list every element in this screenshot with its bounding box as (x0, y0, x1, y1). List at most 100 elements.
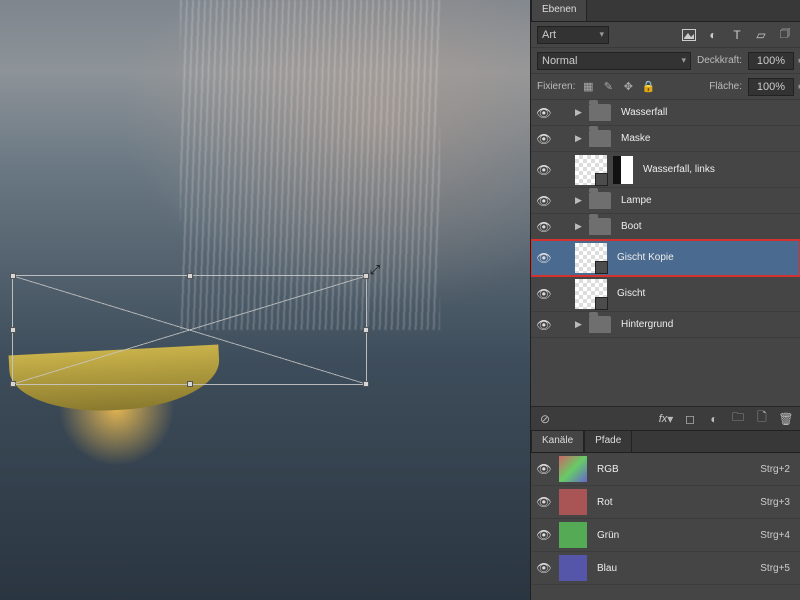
folder-icon (589, 316, 611, 333)
layer-mask-thumb (613, 156, 633, 184)
fx-icon[interactable]: fx▾ (656, 411, 676, 427)
visibility-icon[interactable]: 👁 (535, 106, 553, 120)
handle-middle-left[interactable] (10, 327, 16, 333)
tab-ebenen[interactable]: Ebenen (531, 0, 587, 21)
opacity-label: Deckkraft: (697, 55, 742, 66)
channel-name: Blau (593, 563, 754, 574)
visibility-icon[interactable]: 👁 (535, 528, 553, 542)
layer-name: Lampe (615, 195, 796, 206)
visibility-icon[interactable]: 👁 (535, 251, 553, 265)
folder-icon (589, 104, 611, 121)
visibility-icon[interactable]: 👁 (535, 462, 553, 476)
expand-icon[interactable]: ▶ (575, 133, 585, 144)
channel-thumb (559, 456, 587, 482)
handle-top-middle[interactable] (187, 273, 193, 279)
channel-shortcut: Strg+2 (760, 464, 796, 475)
lock-icons: ▦ ✎ ✥ 🔒 (581, 80, 655, 93)
canvas[interactable]: ⤢ (0, 0, 530, 600)
lock-position-icon[interactable]: ✥ (621, 80, 635, 93)
channel-gruen[interactable]: 👁 Grün Strg+4 (531, 519, 800, 552)
link-icon[interactable]: ⊘ (535, 411, 555, 427)
layer-gischt-kopie[interactable]: 👁 Gischt Kopie (531, 240, 800, 276)
expand-icon[interactable]: ▶ (575, 319, 585, 330)
expand-icon[interactable]: ▶ (575, 107, 585, 118)
layer-name: Wasserfall, links (637, 164, 796, 175)
folder-icon (589, 192, 611, 209)
filter-text-icon[interactable]: T (728, 27, 746, 43)
handle-bottom-middle[interactable] (187, 381, 193, 387)
filter-shape-icon[interactable]: ▱ (752, 27, 770, 43)
visibility-icon[interactable]: 👁 (535, 163, 553, 177)
group-icon[interactable]: 🗀 (728, 411, 748, 427)
filter-smart-icon[interactable]: 🗇 (776, 27, 794, 43)
lock-row: Fixieren: ▦ ✎ ✥ 🔒 Fläche: 100% (531, 74, 800, 100)
channel-rgb[interactable]: 👁 RGB Strg+2 (531, 453, 800, 486)
layer-group-hintergrund[interactable]: 👁 ▶ Hintergrund (531, 312, 800, 338)
handle-bottom-right[interactable] (363, 381, 369, 387)
transform-box[interactable]: ⤢ (12, 275, 367, 385)
expand-icon[interactable]: ▶ (575, 195, 585, 206)
lock-label: Fixieren: (537, 81, 575, 92)
layer-filter-row: Art ◐ T ▱ 🗇 (531, 22, 800, 48)
lock-all-icon[interactable]: 🔒 (641, 80, 655, 93)
channel-name: Grün (593, 530, 754, 541)
visibility-icon[interactable]: 👁 (535, 194, 553, 208)
fill-value: 100% (757, 81, 785, 93)
visibility-icon[interactable]: 👁 (535, 318, 553, 332)
channel-thumb (559, 489, 587, 515)
tab-pfade[interactable]: Pfade (584, 430, 632, 452)
smartobject-thumb (575, 279, 607, 309)
scale-cursor-icon: ⤢ (370, 262, 380, 278)
lock-pixels-icon[interactable]: ✎ (601, 80, 615, 93)
channel-name: RGB (593, 464, 754, 475)
adjustment-icon[interactable]: ◐ (704, 411, 724, 427)
filter-kind-label: Art (542, 29, 556, 41)
layer-name: Boot (615, 221, 796, 232)
handle-bottom-left[interactable] (10, 381, 16, 387)
channel-rot[interactable]: 👁 Rot Strg+3 (531, 486, 800, 519)
visibility-icon[interactable]: 👁 (535, 220, 553, 234)
handle-top-right[interactable] (363, 273, 369, 279)
blend-row: Normal Deckkraft: 100% (531, 48, 800, 74)
fill-label: Fläche: (709, 81, 742, 92)
visibility-icon[interactable]: 👁 (535, 495, 553, 509)
channel-thumb (559, 555, 587, 581)
smartobject-thumb (575, 155, 607, 185)
blend-mode-select[interactable]: Normal (537, 52, 691, 70)
layers-panel: Ebenen Art ◐ T ▱ 🗇 Normal Deckkraft: 100… (530, 0, 800, 600)
layer-group-boot[interactable]: 👁 ▶ Boot (531, 214, 800, 240)
channel-blau[interactable]: 👁 Blau Strg+5 (531, 552, 800, 585)
layer-wasserfall-links[interactable]: 👁 Wasserfall, links (531, 152, 800, 188)
layer-name: Gischt (611, 288, 796, 299)
tab-kanaele[interactable]: Kanäle (531, 430, 584, 452)
layers-footer: ⊘ fx▾ ◻ ◐ 🗀 🗋 🗑 (531, 406, 800, 430)
delete-icon[interactable]: 🗑 (776, 411, 796, 427)
layer-group-lampe[interactable]: 👁 ▶ Lampe (531, 188, 800, 214)
filter-adjust-icon[interactable]: ◐ (704, 27, 722, 43)
layer-name: Wasserfall (615, 107, 796, 118)
handle-top-left[interactable] (10, 273, 16, 279)
channel-thumb (559, 522, 587, 548)
channels-tabs: Kanäle Pfade (531, 431, 800, 453)
smartobject-thumb (575, 243, 607, 273)
folder-icon (589, 218, 611, 235)
visibility-icon[interactable]: 👁 (535, 287, 553, 301)
channel-shortcut: Strg+5 (760, 563, 796, 574)
visibility-icon[interactable]: 👁 (535, 132, 553, 146)
new-layer-icon[interactable]: 🗋 (752, 411, 772, 427)
mask-icon[interactable]: ◻ (680, 411, 700, 427)
panel-tabs: Ebenen (531, 0, 800, 22)
layer-group-wasserfall[interactable]: 👁 ▶ Wasserfall (531, 100, 800, 126)
filter-kind-select[interactable]: Art (537, 26, 609, 44)
visibility-icon[interactable]: 👁 (535, 561, 553, 575)
lock-transparency-icon[interactable]: ▦ (581, 80, 595, 93)
fill-input[interactable]: 100% (748, 78, 794, 96)
channel-shortcut: Strg+4 (760, 530, 796, 541)
opacity-input[interactable]: 100% (748, 52, 794, 70)
layer-gischt[interactable]: 👁 Gischt (531, 276, 800, 312)
expand-icon[interactable]: ▶ (575, 221, 585, 232)
layer-group-maske[interactable]: 👁 ▶ Maske (531, 126, 800, 152)
channel-name: Rot (593, 497, 754, 508)
handle-middle-right[interactable] (363, 327, 369, 333)
filter-image-icon[interactable] (680, 27, 698, 43)
